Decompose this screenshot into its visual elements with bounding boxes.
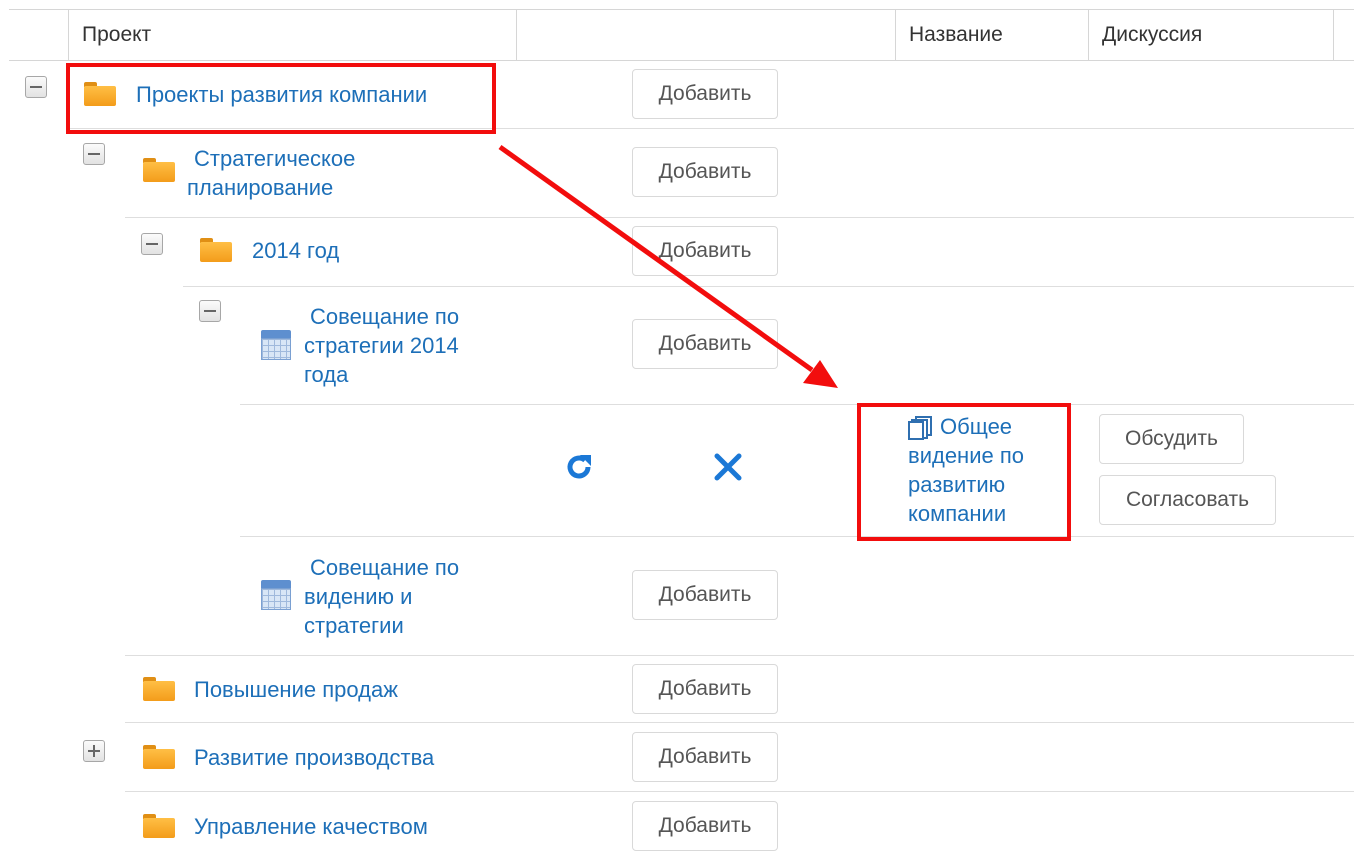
annotation-arrow [498, 144, 838, 388]
